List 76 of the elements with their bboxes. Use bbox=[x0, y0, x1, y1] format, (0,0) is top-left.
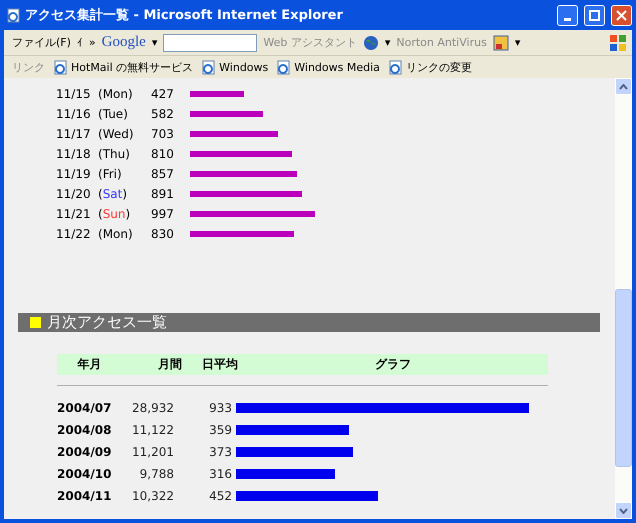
date-text: 11/16 bbox=[56, 107, 92, 121]
count-text: 857 bbox=[151, 167, 175, 181]
more-button[interactable]: » bbox=[88, 36, 96, 49]
count-text: 891 bbox=[151, 187, 175, 201]
dropdown-caret[interactable]: ▾ bbox=[384, 36, 390, 49]
weekday-text: (Sat) bbox=[98, 187, 128, 201]
page-icon bbox=[388, 60, 403, 74]
globe-icon[interactable] bbox=[362, 34, 379, 50]
table-cell-text: 11,122 bbox=[131, 423, 174, 437]
column-header: 年月 bbox=[76, 356, 102, 373]
table-cell-text: 452 bbox=[208, 489, 232, 503]
weekday-text: (Fri) bbox=[98, 167, 123, 181]
page-icon bbox=[53, 60, 68, 74]
window-title: アクセス集計一覧 - Microsoft Internet Explorer bbox=[25, 6, 344, 24]
table-cell-text: 2004/08 bbox=[57, 423, 112, 437]
search-field[interactable] bbox=[163, 34, 258, 52]
table-cell-text: 316 bbox=[208, 467, 232, 481]
table-cell-text: 2004/07 bbox=[57, 401, 112, 415]
count-text: 810 bbox=[151, 147, 175, 161]
date-text: 11/18 bbox=[56, 147, 92, 161]
scroll-up-button[interactable] bbox=[615, 78, 632, 95]
scroll-thumb[interactable] bbox=[615, 289, 632, 467]
table-cell-text: 2004/11 bbox=[57, 489, 112, 503]
page-icon bbox=[6, 8, 21, 22]
count-text: 997 bbox=[151, 207, 175, 221]
date-text: 11/22 bbox=[56, 227, 92, 241]
table-cell-text: 10,322 bbox=[131, 489, 174, 503]
link-button[interactable]: Windows bbox=[201, 60, 268, 74]
count-text: 427 bbox=[151, 87, 175, 101]
link-button[interactable]: HotMail の無料サービス bbox=[53, 60, 194, 74]
date-text: 11/17 bbox=[56, 127, 92, 141]
date-text: 11/19 bbox=[56, 167, 92, 181]
bar bbox=[190, 91, 244, 97]
scroll-down-button[interactable] bbox=[615, 502, 632, 519]
section-title: 月次アクセス一覧 bbox=[47, 313, 167, 332]
table-cell-text: 9,788 bbox=[138, 467, 174, 481]
minimize-icon bbox=[564, 18, 571, 20]
page-icon bbox=[201, 60, 216, 74]
page-icon bbox=[276, 60, 292, 74]
weekday-text: (Mon) bbox=[98, 227, 134, 241]
table-cell-text: 359 bbox=[208, 423, 232, 437]
weekday-text: (Tue) bbox=[98, 107, 129, 121]
column-header: 月間 bbox=[157, 356, 182, 373]
weekday-text: (Wed) bbox=[98, 127, 135, 141]
table-cell-text: 933 bbox=[208, 401, 232, 415]
dropdown-caret[interactable]: ▾ bbox=[152, 36, 158, 49]
windows-flag-icon bbox=[608, 32, 628, 52]
table-cell-text: 373 bbox=[208, 445, 232, 459]
search-brand[interactable]: Google bbox=[102, 34, 146, 51]
table-cell-text: 2004/10 bbox=[57, 467, 112, 481]
minimize-button[interactable] bbox=[557, 4, 578, 26]
maximize-button[interactable] bbox=[584, 4, 605, 26]
date-text: 11/15 bbox=[56, 87, 92, 101]
date-text: 11/21 bbox=[56, 207, 92, 221]
table-cell-text: 28,932 bbox=[131, 401, 174, 415]
close-icon bbox=[616, 10, 627, 20]
close-button[interactable] bbox=[611, 4, 632, 26]
count-text: 830 bbox=[151, 227, 175, 241]
table-cell-text: 11,201 bbox=[131, 445, 174, 459]
square-icon bbox=[30, 317, 41, 328]
column-header: 日平均 bbox=[201, 356, 238, 373]
file-menu[interactable]: ファイル(F) bbox=[12, 35, 71, 50]
maximize-icon bbox=[589, 10, 600, 20]
table-cell-text: 2004/09 bbox=[57, 445, 112, 459]
links-label: リンク bbox=[12, 60, 45, 74]
count-text: 703 bbox=[151, 127, 175, 141]
date-text: 11/20 bbox=[56, 187, 92, 201]
menu-item[interactable]: ｲ bbox=[76, 36, 83, 49]
weekday-text: (Sun) bbox=[98, 207, 132, 221]
link-button[interactable]: Windows Media bbox=[276, 60, 380, 74]
column-header: グラフ bbox=[374, 356, 412, 373]
weekday-text: (Thu) bbox=[98, 147, 131, 161]
dropdown-caret[interactable]: ▾ bbox=[514, 36, 520, 49]
link-button[interactable]: リンクの変更 bbox=[388, 60, 472, 74]
weekday-text: (Mon) bbox=[98, 87, 134, 101]
count-text: 582 bbox=[151, 107, 175, 121]
